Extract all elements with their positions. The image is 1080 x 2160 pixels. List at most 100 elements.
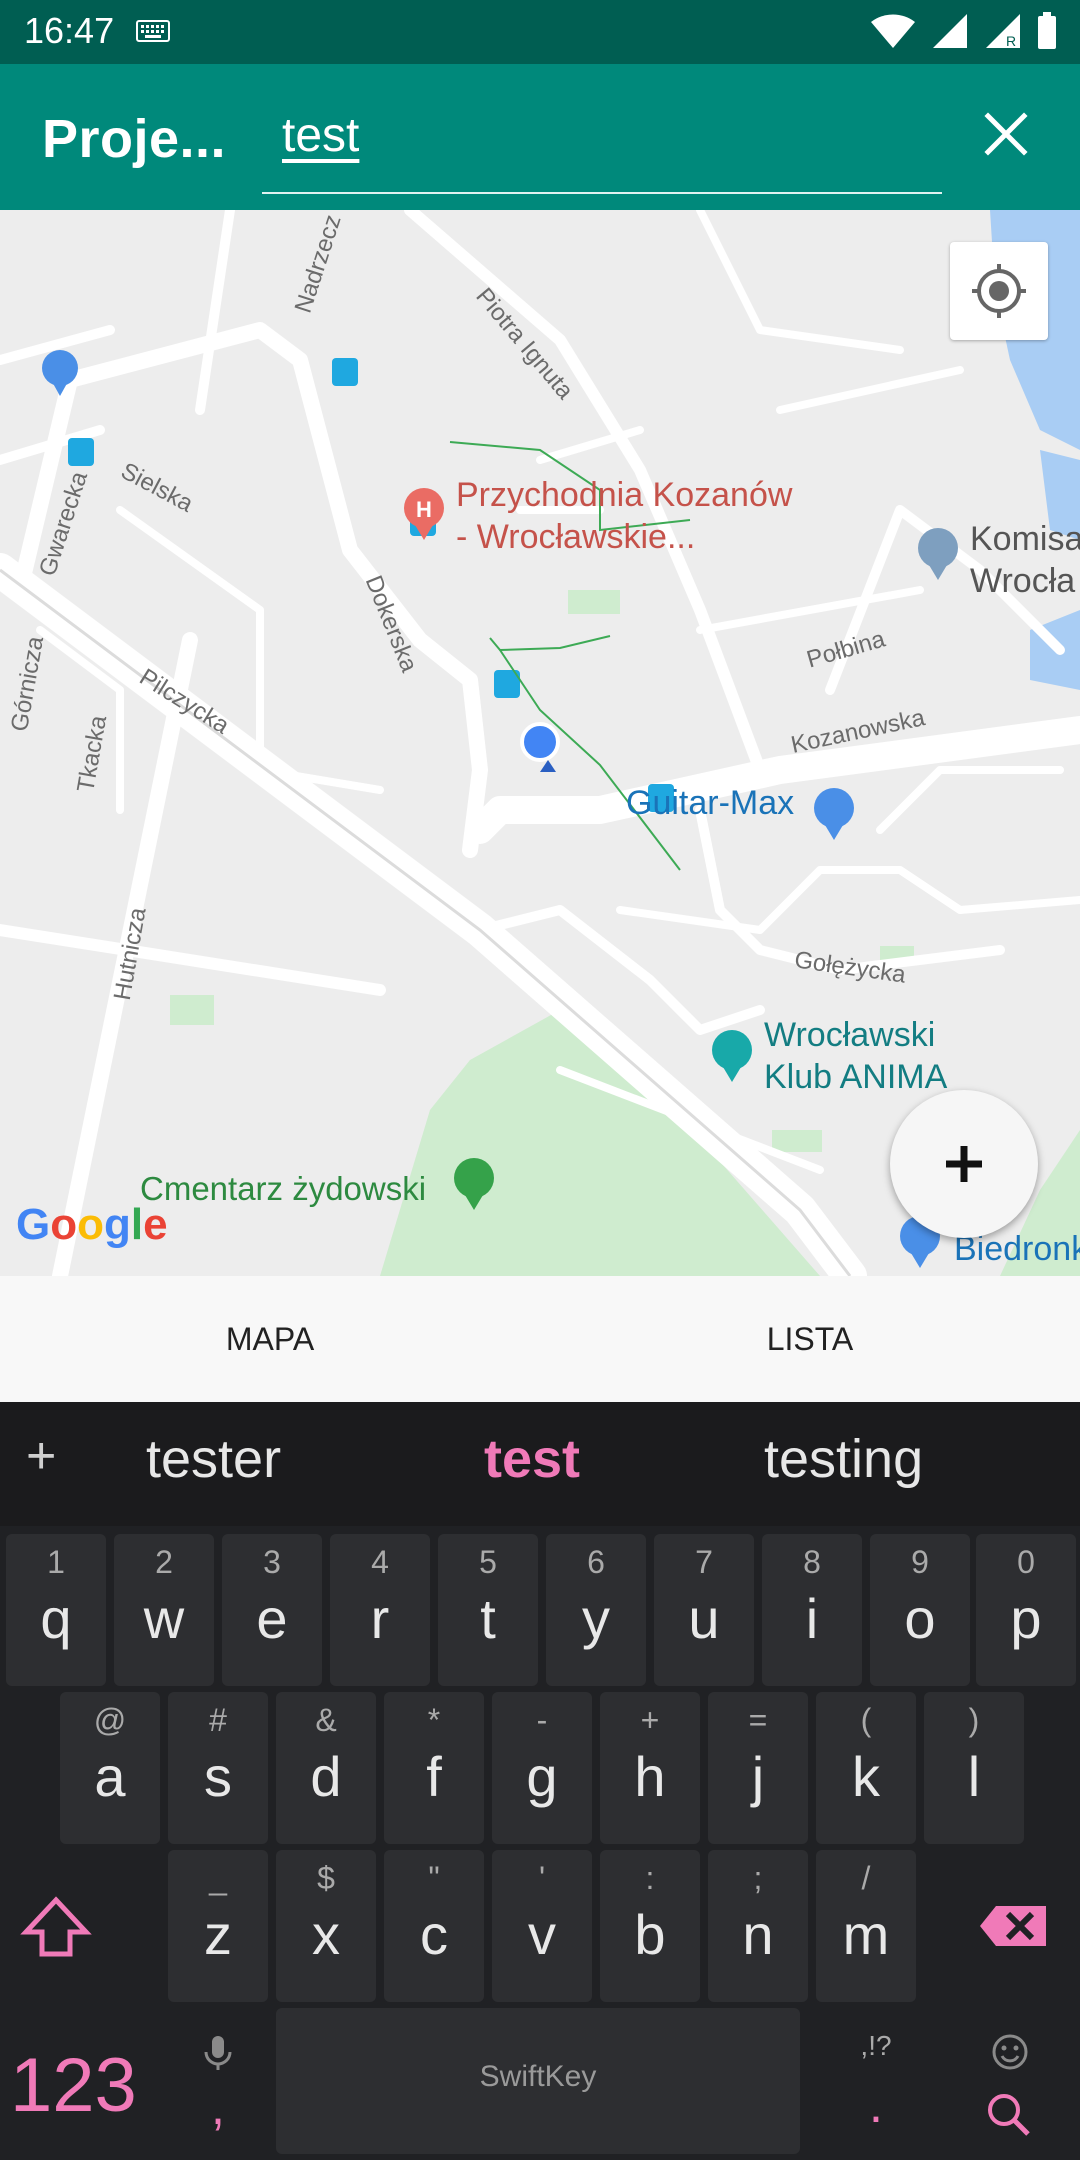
key-label: m (842, 1903, 890, 1966)
poi-clinic-line1: Przychodnia Kozanów (456, 476, 793, 514)
key-alt: 3 (263, 1544, 281, 1580)
key-label: i (805, 1587, 819, 1650)
key-label: n (742, 1903, 774, 1966)
my-location-icon (972, 264, 1026, 318)
suggestion-item[interactable]: test (484, 1428, 580, 1490)
key-f[interactable]: * f (384, 1692, 484, 1844)
tab-list[interactable]: LISTA (540, 1276, 1080, 1402)
key-alt: 1 (47, 1544, 65, 1580)
key-j[interactable]: = j (708, 1692, 808, 1844)
shift-key[interactable] (6, 1850, 106, 2002)
google-logo: Google (16, 1200, 168, 1249)
key-a[interactable]: @ a (60, 1692, 160, 1844)
comma-mic-key[interactable]: , (168, 2016, 268, 2156)
key-s[interactable]: # s (168, 1692, 268, 1844)
key-i[interactable]: 8i (762, 1534, 862, 1686)
key-w[interactable]: 2w (114, 1534, 214, 1686)
poi-komis-line1: Komisa (970, 520, 1080, 558)
key-alt: = (748, 1702, 768, 1738)
poi-clinic-label[interactable]: Przychodnia Kozanów - Wrocławskie... (456, 474, 792, 558)
key-label: x (312, 1903, 340, 1966)
key-m[interactable]: / m (816, 1850, 916, 2002)
key-n[interactable]: ; n (708, 1850, 808, 2002)
tab-map[interactable]: MAPA (0, 1276, 540, 1402)
backspace-key[interactable] (960, 1850, 1060, 2002)
signal-roaming-icon: R (985, 14, 1020, 49)
key-q[interactable]: 1q (6, 1534, 106, 1686)
key-label: a (94, 1745, 126, 1808)
numbers-key[interactable]: 123 (10, 2042, 137, 2129)
key-p[interactable]: 0p (976, 1534, 1076, 1686)
search-key[interactable] (960, 2016, 1060, 2156)
key-alt: * (427, 1702, 441, 1738)
view-tabs: MAPA LISTA (0, 1276, 1080, 1402)
poi-clinic-line2: - Wrocławskie... (456, 518, 696, 556)
emoji-icon (992, 2034, 1028, 2070)
key-c[interactable]: " c (384, 1850, 484, 2002)
key-alt: 4 (371, 1544, 389, 1580)
keyboard-indicator-icon (136, 20, 170, 47)
key-l[interactable]: ) l (924, 1692, 1024, 1844)
key-label: s (204, 1745, 232, 1808)
punct-alt: ,!? (860, 2030, 892, 2061)
suggestion-item[interactable]: tester (146, 1428, 281, 1490)
key-alt: _ (209, 1860, 227, 1896)
key-alt: $ (317, 1860, 335, 1896)
key-alt: " (428, 1860, 440, 1896)
key-alt: 8 (803, 1544, 821, 1580)
key-z[interactable]: _ z (168, 1850, 268, 2002)
key-alt: ; (753, 1860, 763, 1896)
wifi-icon (870, 14, 915, 48)
key-u[interactable]: 7u (654, 1534, 754, 1686)
key-e[interactable]: 3e (222, 1534, 322, 1686)
key-label: j (751, 1745, 765, 1808)
space-bar[interactable]: SwiftKey (276, 2008, 800, 2154)
key-alt: ( (860, 1702, 872, 1738)
backspace-icon (980, 1906, 1046, 1946)
key-label: h (634, 1745, 666, 1808)
key-k[interactable]: (k (816, 1692, 916, 1844)
search-input[interactable]: test (262, 108, 942, 194)
suggestion-item[interactable]: testing (764, 1428, 923, 1490)
key-v[interactable]: ' v (492, 1850, 592, 2002)
add-button[interactable] (890, 1090, 1038, 1238)
close-icon (984, 112, 1028, 156)
period-key[interactable]: ,!? . (826, 2016, 926, 2156)
microphone-icon (204, 2036, 232, 2070)
key-r[interactable]: 4r (330, 1534, 430, 1686)
poi-komis-label[interactable]: Komisa Wrocła (970, 518, 1080, 602)
search-input-value: test (282, 109, 360, 162)
map-view[interactable]: H Przychodnia Kozanów - Wrocławskie... K… (0, 210, 1080, 1276)
key-alt: - (536, 1702, 548, 1738)
key-y[interactable]: 6y (546, 1534, 646, 1686)
key-alt: ) (968, 1702, 980, 1738)
toolbar-expand-button[interactable]: + (26, 1426, 56, 1486)
key-label: w (143, 1587, 185, 1650)
key-label: o (904, 1587, 936, 1650)
key-alt: & (315, 1702, 337, 1738)
my-location-button[interactable] (950, 242, 1048, 340)
key-alt: # (209, 1702, 227, 1738)
keyboard: + tester test testing 1q 2w 3e 4r 5t 6y … (0, 1402, 1080, 2160)
key-t[interactable]: 5t (438, 1534, 538, 1686)
key-d[interactable]: & d (276, 1692, 376, 1844)
key-o[interactable]: 9o (870, 1534, 970, 1686)
shift-icon (20, 1896, 92, 1957)
key-x[interactable]: $ x (276, 1850, 376, 2002)
app-bar: Proje... test (0, 64, 1080, 210)
key-b[interactable]: :b (600, 1850, 700, 2002)
status-icons: R (859, 12, 1058, 50)
poi-cemetery-label[interactable]: Cmentarz żydowski (140, 1170, 426, 1208)
key-label: p (1010, 1587, 1042, 1650)
battery-icon (1038, 12, 1056, 49)
key-alt: 5 (479, 1544, 497, 1580)
key-h[interactable]: + h (600, 1692, 700, 1844)
poi-guitar-label[interactable]: Guitar-Max (626, 782, 794, 824)
key-alt: / (861, 1860, 871, 1896)
key-alt: @ (93, 1702, 127, 1738)
key-label: f (426, 1745, 442, 1808)
key-label: r (370, 1587, 390, 1650)
clear-search-button[interactable] (980, 108, 1032, 160)
poi-club-label[interactable]: Wrocławski Klub ANIMA (764, 1014, 947, 1098)
key-g[interactable]: -g (492, 1692, 592, 1844)
